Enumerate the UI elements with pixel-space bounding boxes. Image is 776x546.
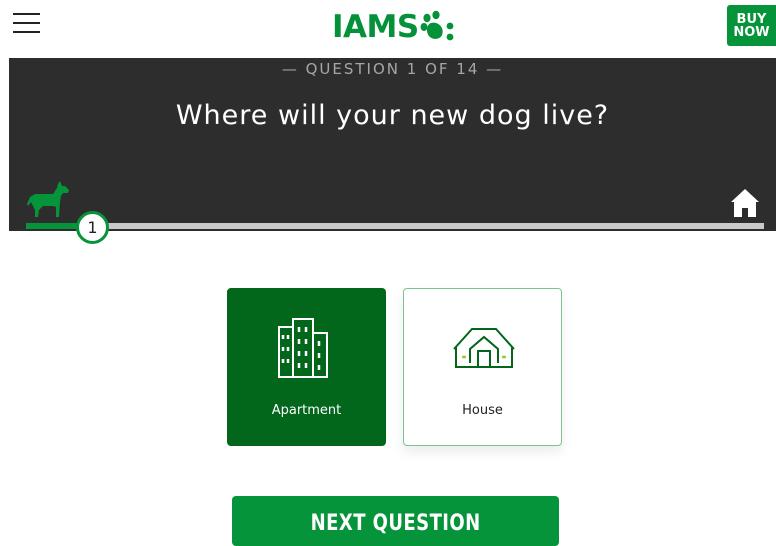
apartment-building-icon: [278, 318, 328, 378]
next-question-button[interactable]: NEXT QUESTION: [232, 496, 559, 546]
house-icon: [453, 328, 515, 368]
logo-text: IAMS: [332, 9, 419, 45]
progress-fill: [26, 223, 78, 229]
buy-now-button[interactable]: BUY NOW: [727, 5, 776, 46]
option-apartment[interactable]: Apartment: [227, 288, 386, 446]
hamburger-menu-icon[interactable]: [13, 13, 41, 33]
iams-logo[interactable]: IAMS: [332, 9, 456, 45]
option-apartment-label: Apartment: [271, 403, 342, 418]
buy-now-line1: BUY: [736, 11, 767, 27]
buy-now-line2: NOW: [733, 24, 770, 40]
option-house[interactable]: House: [403, 288, 562, 446]
option-house-label: House: [462, 403, 503, 418]
question-counter: — QUESTION 1 OF 14 —: [281, 60, 504, 78]
question-banner: — QUESTION 1 OF 14 — Where will your new…: [9, 58, 776, 231]
next-question-label: NEXT QUESTION: [310, 511, 481, 536]
paw-icon: [420, 10, 454, 41]
progress-track: [26, 223, 764, 229]
dog-icon: [27, 181, 69, 217]
home-icon: [731, 189, 759, 217]
site-header: IAMS BUY NOW: [0, 0, 776, 58]
question-title: Where will your new dog live?: [175, 100, 610, 131]
progress-step-indicator: 1: [76, 211, 109, 244]
